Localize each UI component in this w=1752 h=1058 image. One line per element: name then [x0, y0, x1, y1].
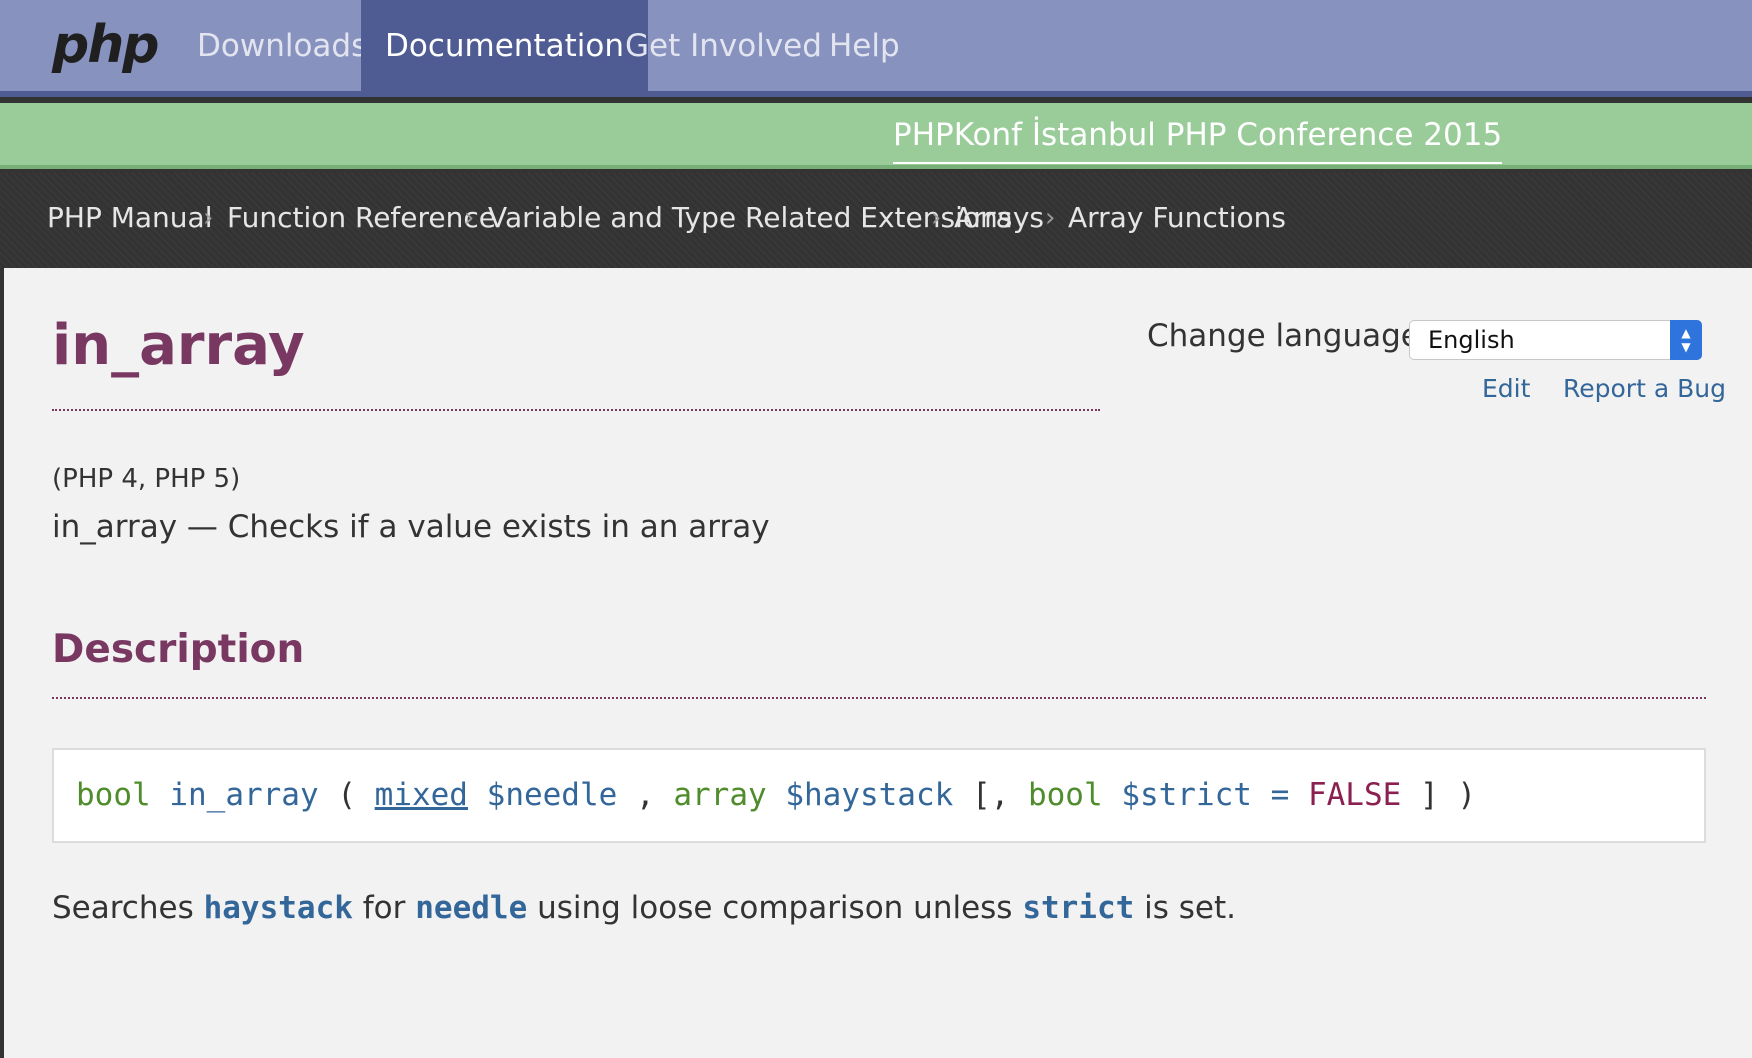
- param-ref-haystack: haystack: [203, 890, 353, 926]
- param-ref-needle: needle: [415, 890, 528, 926]
- param-ref-strict: strict: [1022, 890, 1135, 926]
- conference-banner-link[interactable]: PHPKonf İstanbul PHP Conference 2015: [893, 112, 1503, 164]
- breadcrumb-item-function-reference[interactable]: Function Reference: [227, 172, 496, 268]
- function-purpose: in_array — Checks if a value exists in a…: [52, 509, 770, 545]
- breadcrumb-separator: ›: [1045, 203, 1056, 233]
- nav-item-help[interactable]: Help: [829, 0, 900, 97]
- param-haystack-type: array: [673, 777, 767, 813]
- desc-part-3: using loose comparison unless: [537, 890, 1013, 926]
- nav-item-get-involved[interactable]: Get Involved: [625, 0, 822, 97]
- title-divider: [52, 409, 1100, 411]
- language-select-value: English: [1428, 326, 1515, 354]
- optional-open: [,: [971, 777, 1010, 813]
- param-comma: ,: [635, 777, 655, 813]
- change-language-label: Change language:: [1147, 318, 1431, 354]
- top-navbar: php Downloads Documentation Get Involved…: [0, 0, 1752, 97]
- method-synopsis: bool in_array ( mixed $needle , array $h…: [52, 748, 1706, 843]
- param-strict-default: FALSE: [1307, 777, 1402, 813]
- breadcrumb-separator: ›: [464, 203, 475, 233]
- param-strict: $strict: [1121, 777, 1252, 813]
- conference-banner: PHPKonf İstanbul PHP Conference 2015: [0, 103, 1752, 169]
- param-haystack: $haystack: [785, 777, 954, 813]
- desc-part-1: Searches: [52, 890, 194, 926]
- desc-part-2: for: [362, 890, 406, 926]
- description-divider: [52, 697, 1706, 699]
- breadcrumb-item-array-functions[interactable]: Array Functions: [1068, 172, 1286, 268]
- nav-item-documentation[interactable]: Documentation: [361, 0, 648, 97]
- mixed-type-link[interactable]: mixed: [375, 777, 468, 813]
- breadcrumb-item-php-manual[interactable]: PHP Manual: [47, 172, 212, 268]
- description-heading: Description: [52, 627, 305, 672]
- page-title: in_array: [52, 313, 305, 378]
- description-text: Searches haystack for needle using loose…: [52, 890, 1236, 926]
- function-name: in_array: [169, 777, 319, 813]
- php-logo[interactable]: php: [52, 14, 159, 76]
- param-strict-type: bool: [1027, 777, 1103, 813]
- param-equals: =: [1270, 777, 1290, 813]
- breadcrumb-separator: ›: [931, 203, 942, 233]
- open-paren: (: [337, 777, 356, 813]
- breadcrumb: PHP Manual › Function Reference › Variab…: [0, 172, 1752, 268]
- optional-close: ]: [1419, 777, 1439, 813]
- language-select[interactable]: English ▲ ▼: [1409, 320, 1702, 360]
- param-needle: $needle: [486, 777, 618, 813]
- report-bug-link[interactable]: Report a Bug: [1563, 374, 1726, 403]
- nav-item-downloads[interactable]: Downloads: [197, 0, 367, 97]
- breadcrumb-item-arrays[interactable]: Arrays: [954, 172, 1044, 268]
- close-paren: ): [1457, 777, 1476, 813]
- version-info: (PHP 4, PHP 5): [52, 464, 241, 494]
- breadcrumb-separator: ›: [203, 203, 214, 233]
- select-arrows-icon: ▲ ▼: [1670, 320, 1702, 360]
- main-content: in_array Change language: English ▲ ▼ Ed…: [4, 268, 1752, 1058]
- desc-part-4: is set.: [1144, 890, 1237, 926]
- return-type: bool: [76, 777, 151, 813]
- edit-link[interactable]: Edit: [1482, 374, 1530, 403]
